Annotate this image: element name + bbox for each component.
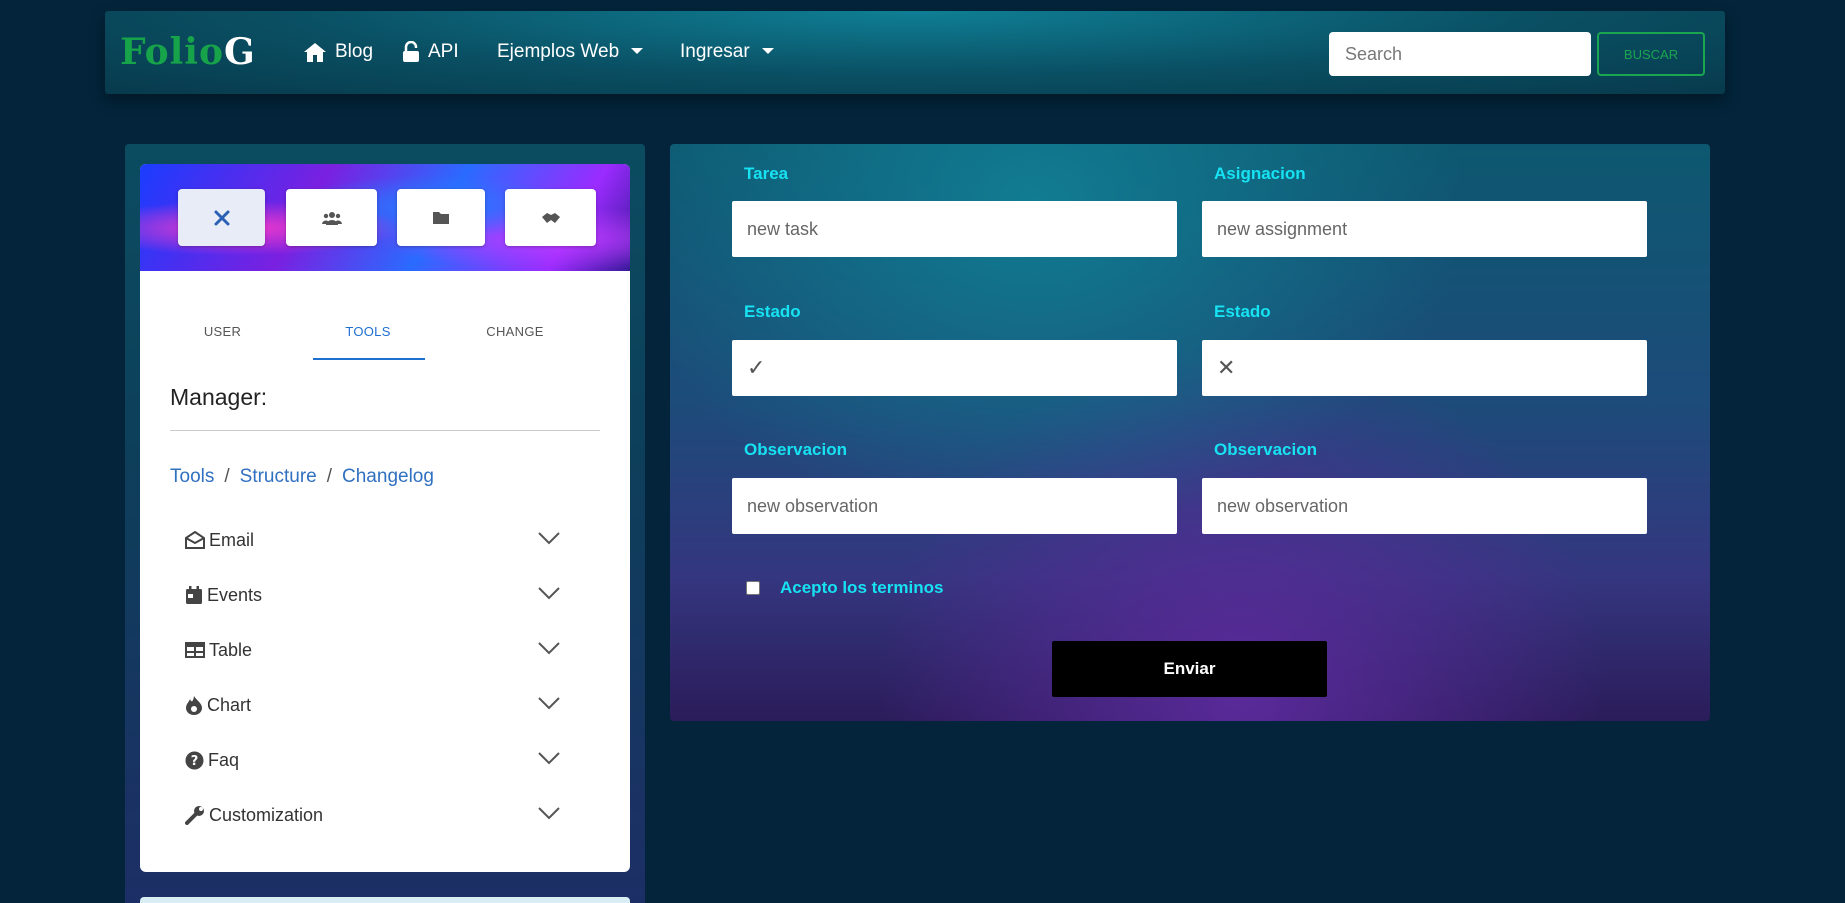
chevron-down-icon bbox=[538, 807, 560, 820]
accordion-chart[interactable]: Chart bbox=[185, 690, 560, 720]
table-icon bbox=[185, 642, 205, 658]
nav-ingresar-label: Ingresar bbox=[680, 41, 750, 62]
breadcrumb: Tools / Structure / Changelog bbox=[170, 466, 434, 488]
breadcrumb-changelog[interactable]: Changelog bbox=[342, 466, 434, 488]
tarea-label: Tarea bbox=[744, 164, 789, 183]
accordion-email[interactable]: Email bbox=[185, 525, 560, 555]
envelope-open-icon bbox=[185, 531, 205, 549]
chevron-down-icon bbox=[538, 642, 560, 655]
banner-users-button[interactable] bbox=[286, 189, 377, 246]
accordion-chart-label: Chart bbox=[207, 694, 252, 715]
banner-handshake-button[interactable] bbox=[505, 189, 596, 246]
observacion-input-1[interactable] bbox=[732, 478, 1177, 534]
nav-blog-label: Blog bbox=[335, 41, 374, 62]
folder-icon bbox=[433, 212, 449, 224]
breadcrumb-structure[interactable]: Structure bbox=[240, 466, 317, 488]
accordion-table[interactable]: Table bbox=[185, 635, 560, 665]
banner-folder-button[interactable] bbox=[397, 189, 485, 246]
terms-label[interactable]: Acepto los terminos bbox=[780, 578, 943, 598]
asignacion-label: Asignacion bbox=[1214, 164, 1306, 183]
tab-change[interactable]: CHANGE bbox=[465, 324, 565, 339]
estado-label-2: Estado bbox=[1214, 302, 1271, 321]
accordion-faq[interactable]: ? Faq bbox=[185, 745, 560, 775]
next-card-edge bbox=[140, 897, 630, 903]
tools-icon bbox=[214, 210, 229, 225]
svg-text:?: ? bbox=[191, 754, 199, 769]
sidebar-card: USER TOOLS CHANGE Manager: Tools / Struc… bbox=[140, 164, 630, 872]
accordion-customization-label: Customization bbox=[209, 804, 324, 825]
chevron-down-icon bbox=[538, 532, 560, 545]
check-icon: ✓ bbox=[747, 355, 766, 380]
tab-active-indicator bbox=[313, 358, 425, 360]
users-icon bbox=[321, 211, 342, 225]
tab-tools[interactable]: TOOLS bbox=[318, 324, 418, 339]
asignacion-input[interactable] bbox=[1202, 201, 1647, 257]
accordion-table-label: Table bbox=[209, 639, 253, 660]
estado-select-2[interactable]: ✕ bbox=[1202, 340, 1647, 396]
sidebar-banner bbox=[140, 164, 630, 271]
banner-tools-button[interactable] bbox=[178, 189, 265, 246]
estado-select-1[interactable]: ✓ bbox=[732, 340, 1177, 396]
observacion-label-2: Observacion bbox=[1214, 440, 1317, 459]
handshake-icon bbox=[541, 212, 560, 223]
divider bbox=[170, 430, 600, 431]
observacion-label-1: Observacion bbox=[744, 440, 847, 459]
tarea-input[interactable] bbox=[732, 201, 1177, 257]
breadcrumb-separator: / bbox=[326, 466, 333, 487]
estado-label-1: Estado bbox=[744, 302, 801, 321]
accordion-faq-label: Faq bbox=[208, 749, 240, 770]
home-icon bbox=[304, 42, 326, 62]
wrench-icon bbox=[185, 806, 204, 825]
chevron-down-icon bbox=[538, 752, 560, 765]
brand-logo[interactable]: FolioG bbox=[120, 31, 256, 73]
nav-api-label: API bbox=[428, 41, 459, 62]
brand-part-1: Folio bbox=[120, 31, 224, 73]
caret-down-icon bbox=[761, 47, 774, 54]
calendar-icon bbox=[186, 585, 202, 604]
chevron-down-icon bbox=[538, 587, 560, 600]
nav-ejemplos-web-dropdown[interactable]: Ejemplos Web bbox=[497, 41, 644, 63]
search-input[interactable] bbox=[1329, 32, 1591, 76]
manager-title: Manager: bbox=[170, 384, 268, 410]
navbar: FolioG Blog API Ejemplos Web Ingresar BU… bbox=[105, 11, 1725, 94]
brand-part-2: G bbox=[223, 31, 256, 73]
breadcrumb-tools[interactable]: Tools bbox=[170, 466, 214, 488]
observacion-input-2[interactable] bbox=[1202, 478, 1647, 534]
nav-api[interactable]: API bbox=[402, 41, 459, 63]
search-button[interactable]: BUSCAR bbox=[1597, 32, 1705, 76]
tab-user[interactable]: USER bbox=[185, 324, 260, 339]
question-circle-icon: ? bbox=[185, 751, 204, 769]
accordion-events[interactable]: Events bbox=[185, 580, 560, 610]
nav-blog[interactable]: Blog bbox=[303, 41, 373, 63]
terms-checkbox[interactable] bbox=[746, 581, 760, 595]
breadcrumb-separator: / bbox=[224, 466, 230, 487]
nav-ejemplos-web-label: Ejemplos Web bbox=[497, 41, 620, 62]
submit-button[interactable]: Enviar bbox=[1052, 641, 1327, 697]
accordion-email-label: Email bbox=[209, 529, 255, 550]
nav-ingresar-dropdown[interactable]: Ingresar bbox=[680, 41, 774, 63]
accordion-events-label: Events bbox=[207, 584, 263, 605]
accordion-customization[interactable]: Customization bbox=[185, 800, 560, 830]
unlock-icon bbox=[403, 41, 419, 62]
fire-icon bbox=[186, 696, 202, 715]
caret-down-icon bbox=[631, 47, 644, 54]
chevron-down-icon bbox=[538, 697, 560, 710]
close-icon: ✕ bbox=[1217, 355, 1236, 380]
